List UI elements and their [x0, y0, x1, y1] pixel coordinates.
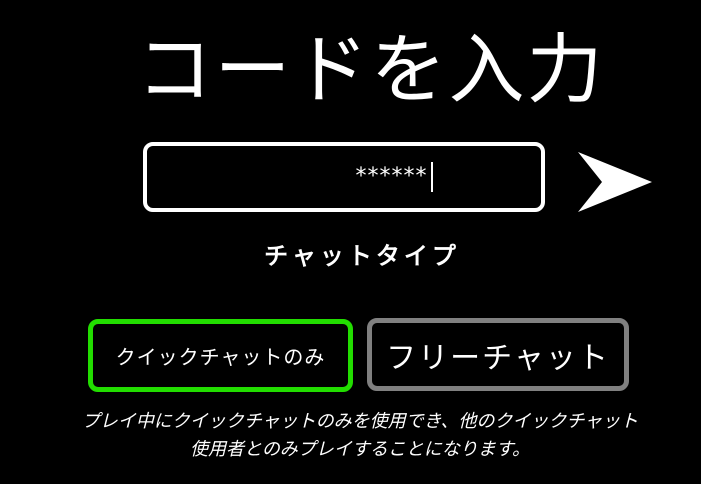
quick-chat-only-button[interactable]: クイックチャットのみ — [88, 319, 353, 392]
description-line-2: 使用者とのみプレイすることになります。 — [189, 439, 531, 460]
code-input-value: ****** — [355, 164, 428, 189]
page-title: コードを入力 — [136, 25, 605, 114]
text-caret — [430, 162, 433, 192]
submit-code-button[interactable] — [576, 150, 654, 214]
free-chat-label: フリーチャット — [386, 340, 610, 376]
free-chat-button[interactable]: フリーチャット — [367, 318, 629, 391]
code-input-field[interactable]: ****** — [143, 142, 545, 212]
chat-type-description: プレイ中にクイックチャットのみを使用でき、他のクイックチャット 使用者とのみプレ… — [30, 408, 690, 464]
description-line-1: プレイ中にクイックチャットのみを使用でき、他のクイックチャット — [81, 411, 639, 432]
quick-chat-only-label: クイックチャットのみ — [115, 345, 326, 369]
arrow-right-icon — [578, 152, 652, 212]
chat-type-heading: チャットタイプ — [264, 242, 460, 270]
